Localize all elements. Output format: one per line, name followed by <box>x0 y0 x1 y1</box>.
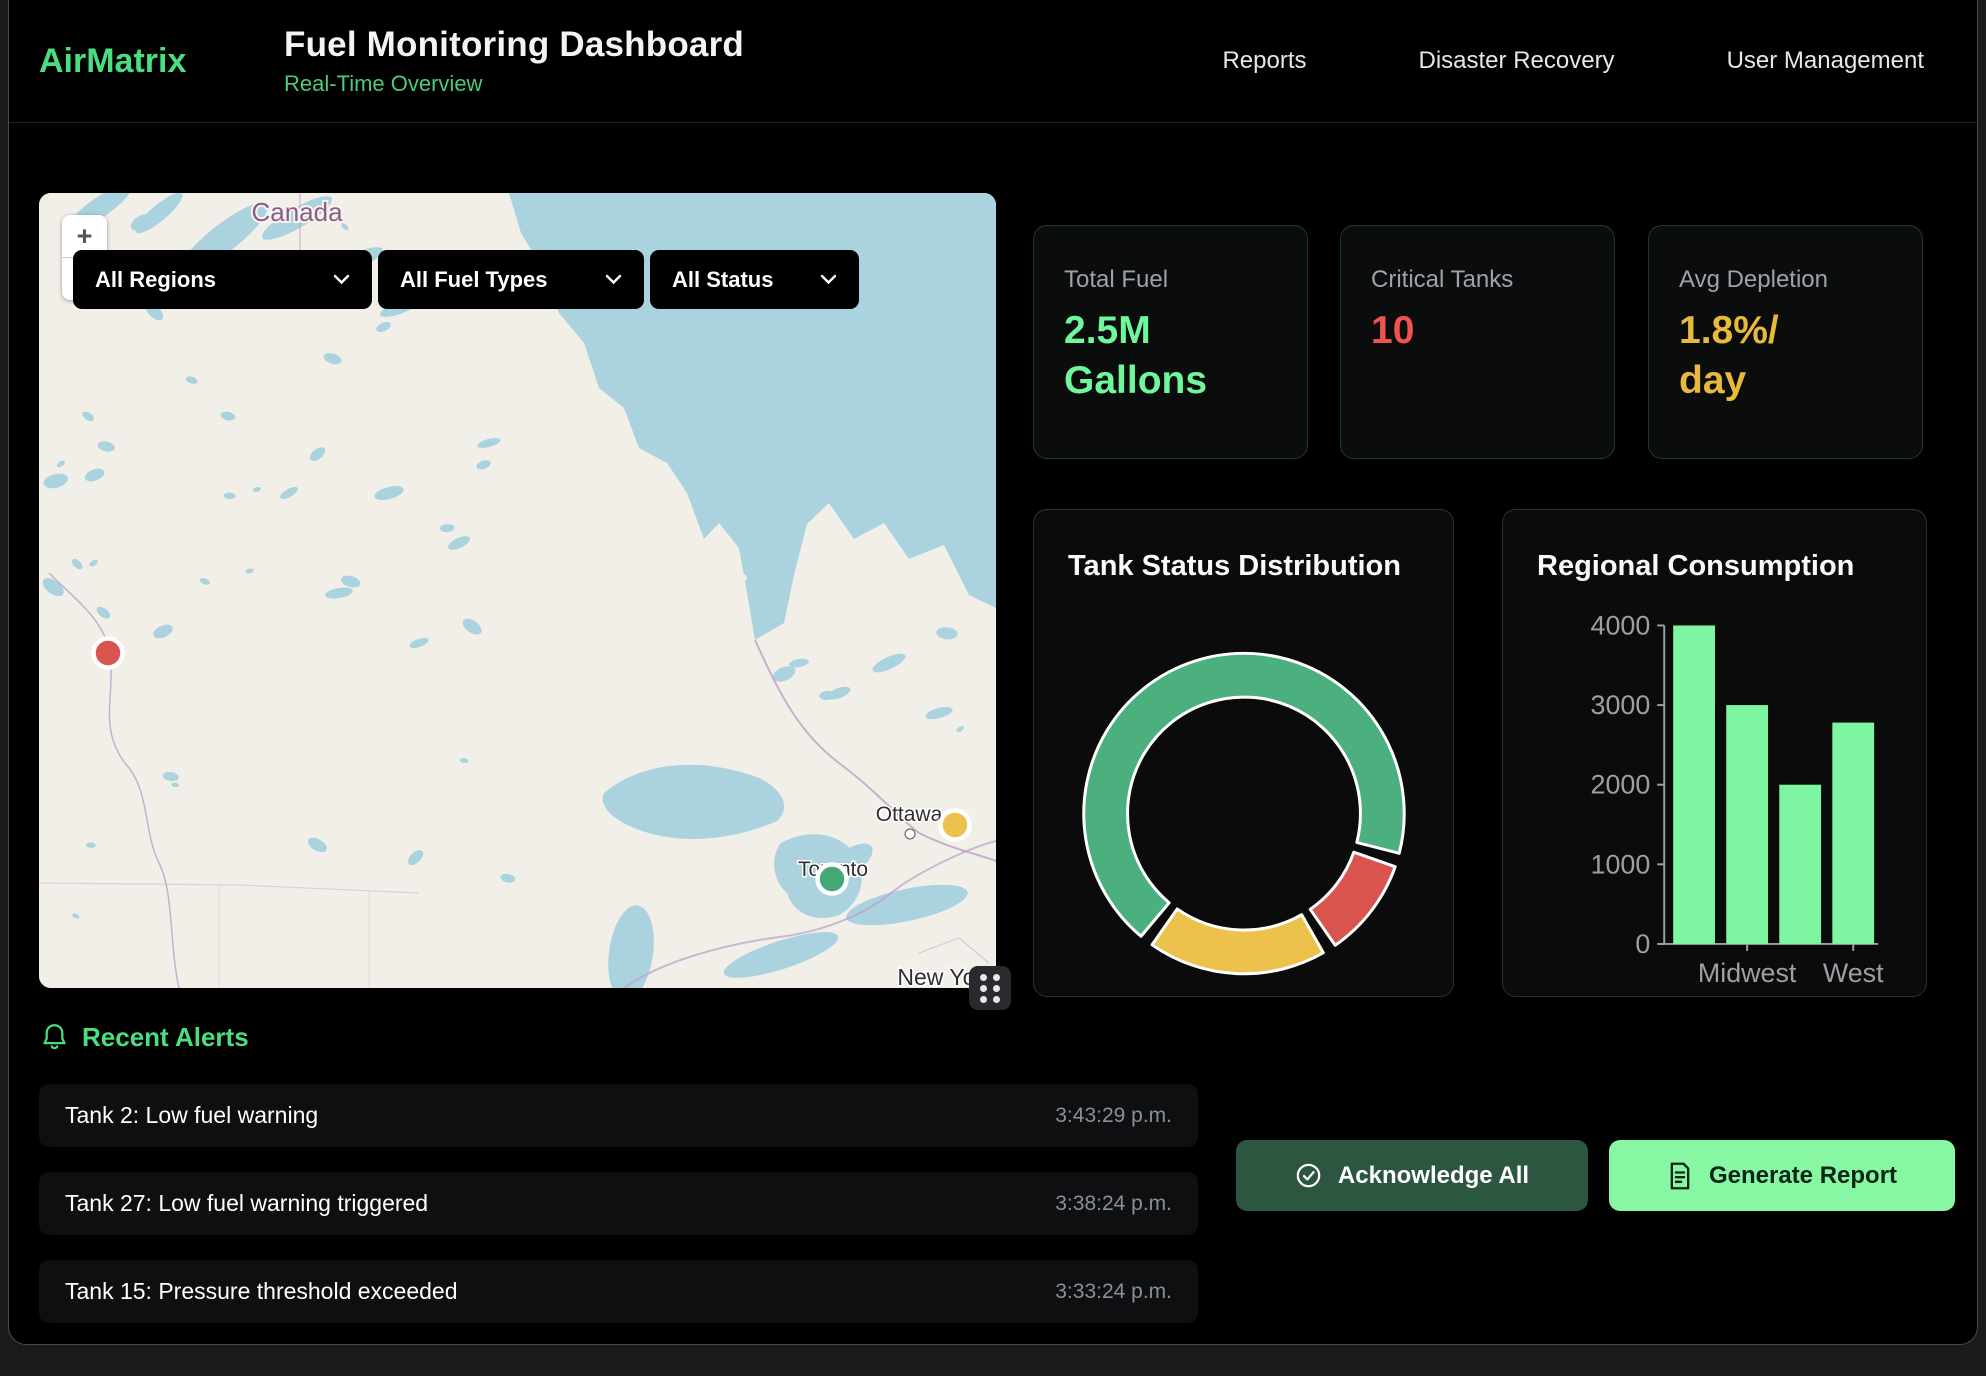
alert-timestamp: 3:43:29 p.m. <box>1055 1104 1172 1128</box>
stat-card-avg-depletion: Avg Depletion 1.8%/ day <box>1648 225 1923 459</box>
svg-text:2000: 2000 <box>1591 770 1651 800</box>
map-panel: Canada Ottawa Toronto New York + − <box>39 193 996 988</box>
stat-value-line1: 1.8%/ <box>1679 306 1892 356</box>
stat-label: Avg Depletion <box>1679 266 1892 294</box>
chevron-down-icon <box>605 274 622 285</box>
bell-icon <box>41 1023 68 1052</box>
chevron-down-icon <box>333 274 350 285</box>
main-nav: Reports Disaster Recovery User Managemen… <box>1222 47 1924 75</box>
region-filter-dropdown[interactable]: All Regions <box>73 250 372 309</box>
ottawa-city-dot <box>906 830 915 839</box>
acknowledge-all-button[interactable]: Acknowledge All <box>1236 1140 1588 1211</box>
stat-label: Critical Tanks <box>1371 266 1584 294</box>
warning-tank-marker[interactable] <box>941 811 970 840</box>
alert-timestamp: 3:38:24 p.m. <box>1055 1192 1172 1216</box>
stat-value: 10 <box>1371 306 1584 356</box>
alert-row[interactable]: Tank 2: Low fuel warning 3:43:29 p.m. <box>39 1084 1198 1147</box>
stat-value: 2.5M Gallons <box>1064 306 1277 406</box>
map-canvas[interactable]: Canada Ottawa Toronto New York <box>39 193 996 988</box>
drag-dots-icon <box>980 974 1000 1003</box>
alerts-title: Recent Alerts <box>82 1022 249 1053</box>
stat-value-line2: Gallons <box>1064 356 1277 406</box>
status-filter-value: All Status <box>672 267 773 293</box>
brand-logo: AirMatrix <box>39 42 284 81</box>
fuel-type-filter-value: All Fuel Types <box>400 267 548 293</box>
svg-text:0: 0 <box>1635 929 1650 959</box>
map-resize-handle[interactable] <box>969 966 1011 1010</box>
nav-item-user-management[interactable]: User Management <box>1727 47 1924 75</box>
bay-island <box>707 570 747 586</box>
critical-tank-marker[interactable] <box>94 639 123 668</box>
svg-text:West: West <box>1823 958 1884 988</box>
stat-value-line1: 10 <box>1371 306 1584 356</box>
regional-consumption-bar-chart: 0 1000 2000 3000 4000 Midwest West <box>1503 510 1926 996</box>
chevron-down-icon <box>820 274 837 285</box>
check-circle-icon <box>1295 1162 1322 1189</box>
document-icon <box>1667 1162 1693 1190</box>
tank-status-donut-chart <box>1034 510 1453 996</box>
nav-item-reports[interactable]: Reports <box>1222 47 1306 75</box>
page-subtitle: Real-Time Overview <box>284 71 744 97</box>
status-filter-dropdown[interactable]: All Status <box>650 250 859 309</box>
dashboard-window: AirMatrix Fuel Monitoring Dashboard Real… <box>8 0 1978 1345</box>
stat-value: 1.8%/ day <box>1679 306 1892 406</box>
alert-message: Tank 27: Low fuel warning triggered <box>65 1190 428 1217</box>
svg-text:1000: 1000 <box>1591 849 1651 879</box>
stat-label: Total Fuel <box>1064 266 1277 294</box>
acknowledge-all-label: Acknowledge All <box>1338 1162 1529 1190</box>
tank-status-chart-card: Tank Status Distribution <box>1033 509 1454 997</box>
country-label: Canada <box>251 197 343 227</box>
header-bar: AirMatrix Fuel Monitoring Dashboard Real… <box>9 0 1977 123</box>
svg-text:3000: 3000 <box>1591 690 1651 720</box>
stat-card-critical-tanks: Critical Tanks 10 <box>1340 225 1615 459</box>
alert-row[interactable]: Tank 15: Pressure threshold exceeded 3:3… <box>39 1260 1198 1323</box>
city-label-ottawa: Ottawa <box>876 803 943 826</box>
page-title: Fuel Monitoring Dashboard <box>284 25 744 65</box>
alert-timestamp: 3:33:24 p.m. <box>1055 1280 1172 1304</box>
svg-text:Midwest: Midwest <box>1698 958 1797 988</box>
svg-text:4000: 4000 <box>1591 610 1651 640</box>
alert-message: Tank 2: Low fuel warning <box>65 1102 318 1129</box>
map-filter-bar: All Regions All Fuel Types All Status <box>73 250 859 309</box>
alert-row[interactable]: Tank 27: Low fuel warning triggered 3:38… <box>39 1172 1198 1235</box>
regional-consumption-chart-card: Regional Consumption 01000200030004000Mi… <box>1502 509 1927 997</box>
alerts-header: Recent Alerts <box>41 1022 249 1053</box>
stat-card-total-fuel: Total Fuel 2.5M Gallons <box>1033 225 1308 459</box>
stat-value-line1: 2.5M <box>1064 306 1277 356</box>
generate-report-label: Generate Report <box>1709 1162 1897 1190</box>
title-block: Fuel Monitoring Dashboard Real-Time Over… <box>284 25 744 97</box>
map-svg: Canada Ottawa Toronto New York <box>39 193 996 988</box>
normal-tank-marker[interactable] <box>818 865 847 894</box>
region-filter-value: All Regions <box>95 267 216 293</box>
generate-report-button[interactable]: Generate Report <box>1609 1140 1955 1211</box>
alert-message: Tank 15: Pressure threshold exceeded <box>65 1278 458 1305</box>
stat-value-line2: day <box>1679 356 1892 406</box>
fuel-type-filter-dropdown[interactable]: All Fuel Types <box>378 250 644 309</box>
nav-item-disaster-recovery[interactable]: Disaster Recovery <box>1419 47 1615 75</box>
